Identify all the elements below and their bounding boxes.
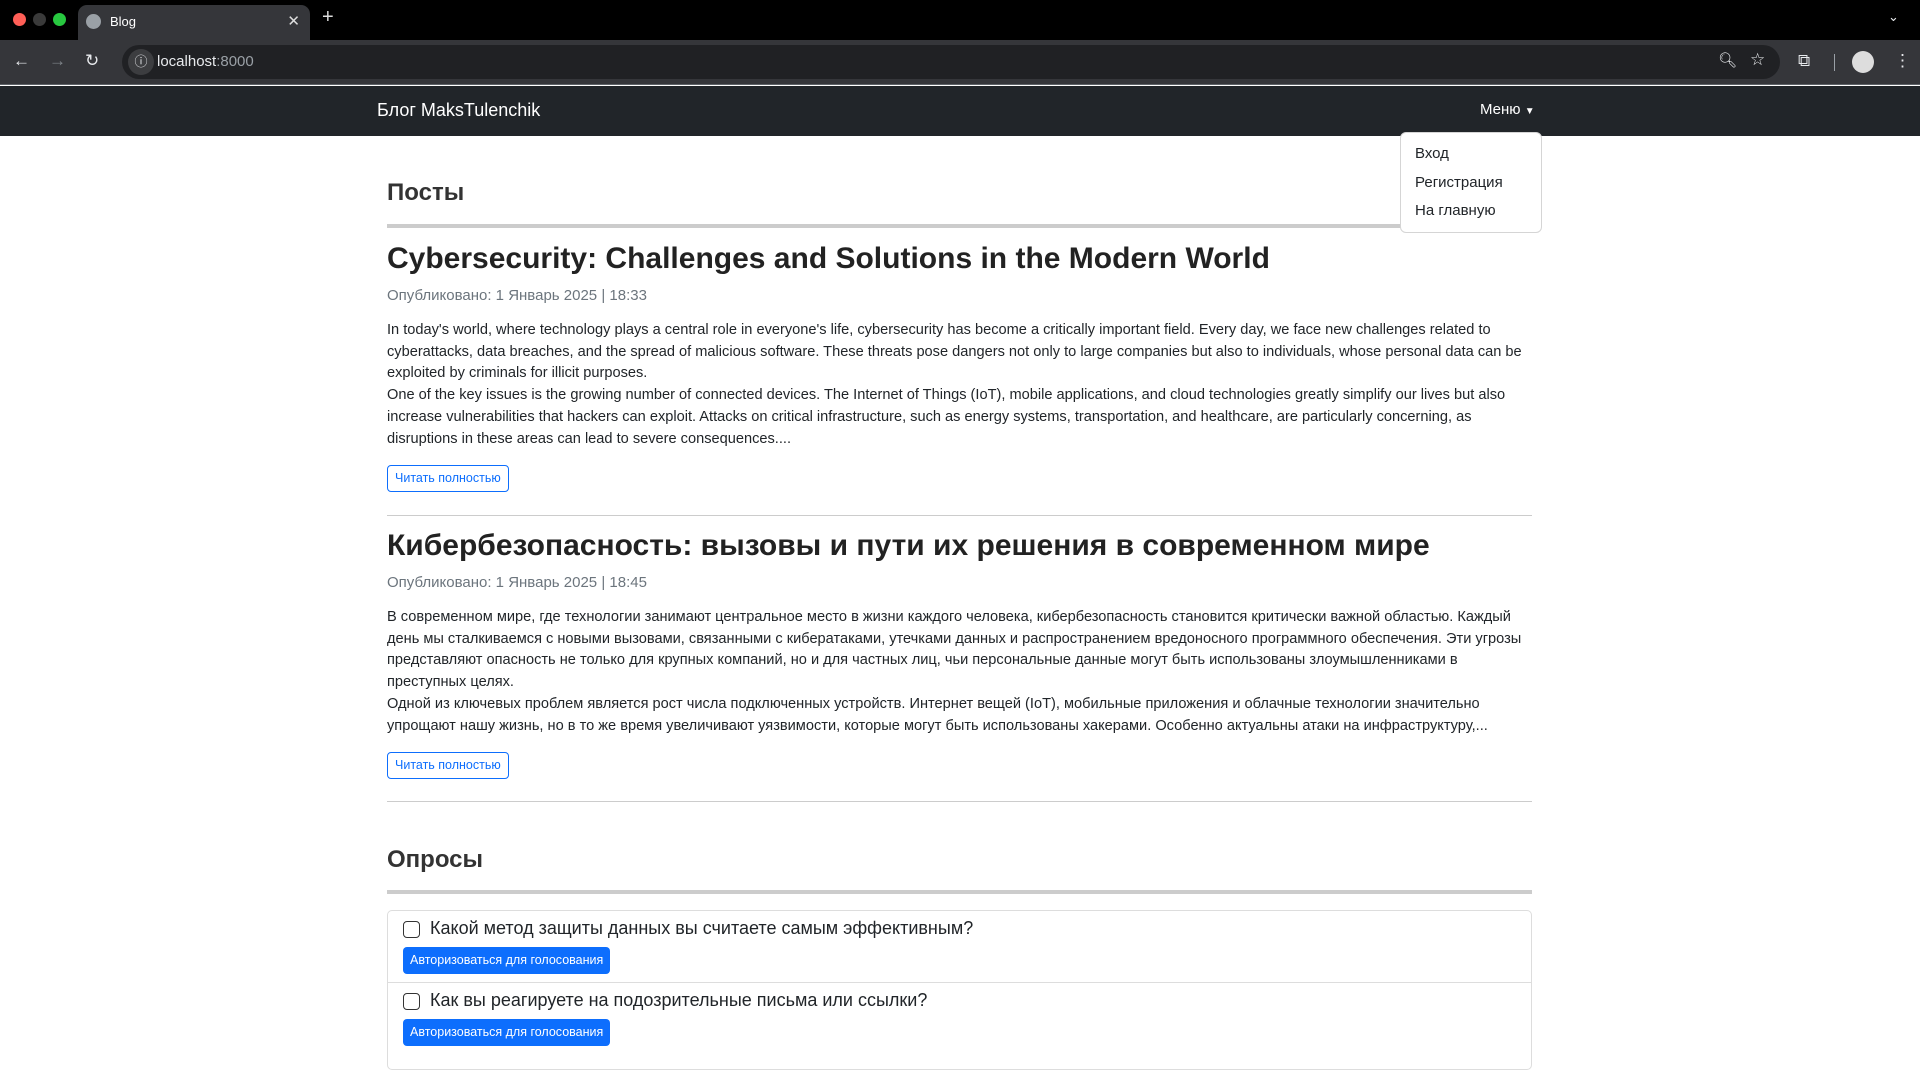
forward-icon[interactable]: → [49, 51, 66, 71]
polls-heading: Опросы [387, 846, 484, 873]
menu-item-register[interactable]: Регистрация [1401, 174, 1541, 203]
bookmark-star-icon[interactable]: ☆ [1750, 50, 1765, 70]
browser-toolbar: ← → ↻ ⓘ localhost:8000 🔍︎ ☆ ⧉ ⋮ [0, 40, 1920, 85]
tab-search-icon[interactable]: ⌄ [1888, 9, 1899, 25]
section-divider [387, 224, 1532, 228]
polls-list: Какой метод защиты данных вы считаете са… [387, 910, 1532, 1070]
menu-item-login[interactable]: Вход [1401, 145, 1541, 174]
new-tab-icon[interactable]: + [322, 6, 334, 29]
browser-tab-bar: Blog ✕ + ⌄ [0, 0, 1920, 40]
post-paragraph: Одной из ключевых проблем является рост … [387, 695, 1488, 734]
close-window-button[interactable] [13, 13, 26, 26]
minimize-window-button[interactable] [33, 13, 46, 26]
post-date: Опубликовано: 1 Январь 2025 | 18:33 [387, 287, 647, 304]
profile-avatar[interactable] [1852, 51, 1874, 73]
post-paragraph: In today's world, where technology plays… [387, 322, 1522, 382]
post-paragraph: One of the key issues is the growing num… [387, 387, 1506, 447]
post-title[interactable]: Cybersecurity: Challenges and Solutions … [387, 242, 1270, 276]
extensions-icon[interactable]: ⧉ [1798, 51, 1810, 71]
menu-dropdown: Вход Регистрация На главную [1400, 132, 1542, 233]
poll-item: Как вы реагируете на подозрительные пись… [388, 982, 1531, 1054]
poll-checkbox[interactable] [403, 921, 420, 938]
tab-title: Blog [110, 14, 137, 29]
read-more-button[interactable]: Читать полностью [387, 752, 509, 779]
posts-heading: Посты [387, 179, 465, 206]
post-excerpt: В современном мире, где технологии заним… [387, 607, 1532, 737]
poll-checkbox[interactable] [403, 993, 420, 1010]
read-more-button[interactable]: Читать полностью [387, 465, 509, 492]
poll-item: Какой метод защиты данных вы считаете са… [388, 911, 1531, 983]
poll-question: Как вы реагируете на подозрительные пись… [430, 990, 928, 1010]
post-excerpt: In today's world, where technology plays… [387, 320, 1532, 450]
post-divider [387, 801, 1532, 802]
section-divider [387, 890, 1532, 894]
reload-icon[interactable]: ↻ [85, 51, 99, 71]
close-tab-icon[interactable]: ✕ [287, 12, 300, 30]
caret-down-icon: ▼ [1524, 106, 1535, 117]
menu-dropdown-toggle[interactable]: Меню ▼ [1480, 101, 1535, 118]
toolbar-divider [1834, 54, 1835, 71]
site-info-icon[interactable]: ⓘ [128, 49, 154, 75]
poll-question: Какой метод защиты данных вы считаете са… [430, 918, 974, 938]
globe-icon [86, 14, 101, 29]
post-divider [387, 515, 1532, 516]
address-bar[interactable]: ⓘ localhost:8000 🔍︎ ☆ [122, 45, 1780, 79]
more-options-icon[interactable]: ⋮ [1894, 51, 1911, 71]
back-icon[interactable]: ← [13, 51, 30, 71]
menu-item-home[interactable]: На главную [1401, 202, 1541, 231]
site-navbar: Блог MaksTulenchik Меню ▼ [0, 86, 1920, 136]
zoom-icon[interactable]: 🔍︎ [1718, 51, 1737, 69]
login-to-vote-button[interactable]: Авторизоваться для голосования [403, 947, 611, 974]
site-brand[interactable]: Блог MaksTulenchik [377, 100, 540, 121]
post-title[interactable]: Кибербезопасность: вызовы и пути их реше… [387, 529, 1430, 563]
post-date: Опубликовано: 1 Январь 2025 | 18:45 [387, 574, 647, 591]
browser-tab[interactable]: Blog ✕ [78, 5, 310, 40]
url-text: localhost:8000 [157, 53, 254, 70]
maximize-window-button[interactable] [53, 13, 66, 26]
post-paragraph: В современном мире, где технологии заним… [387, 609, 1522, 691]
login-to-vote-button[interactable]: Авторизоваться для голосования [403, 1019, 611, 1046]
